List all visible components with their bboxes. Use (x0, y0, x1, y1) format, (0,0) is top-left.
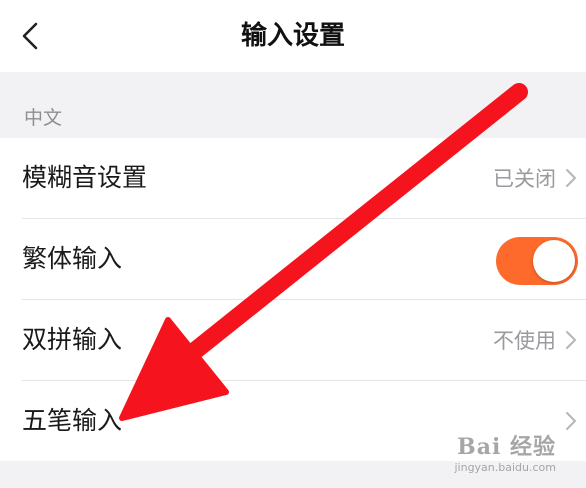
row-fuzzy-pinyin[interactable]: 模糊音设置 已关闭 (22, 138, 586, 219)
chevron-right-icon (566, 169, 576, 187)
toggle-knob (533, 240, 575, 282)
settings-list: 模糊音设置 已关闭 繁体输入 双拼输入 不使用 五笔输入 (0, 138, 586, 461)
row-traditional-input: 繁体输入 (22, 219, 586, 300)
row-value: 已关闭 (493, 167, 556, 191)
row-shuangpin-input[interactable]: 双拼输入 不使用 (22, 300, 586, 381)
baidu-watermark: Bai 经验 jingyan.baidu.com (454, 429, 556, 474)
chevron-right-icon (566, 331, 576, 349)
row-label: 五笔输入 (22, 406, 123, 435)
row-label: 繁体输入 (22, 244, 123, 273)
watermark-main: Bai 经验 (457, 434, 556, 460)
nav-bar: 输入设置 (0, 0, 586, 72)
watermark-sub: jingyan.baidu.com (454, 461, 556, 474)
row-value: 不使用 (493, 329, 556, 353)
section-header: 中文 (24, 107, 63, 129)
row-label: 模糊音设置 (22, 163, 148, 192)
row-right: 不使用 (493, 322, 578, 358)
row-label: 双拼输入 (22, 325, 123, 354)
chevron-right-icon (566, 412, 576, 430)
traditional-toggle[interactable] (496, 237, 578, 285)
page-title: 输入设置 (240, 21, 345, 51)
row-right: 已关闭 (493, 160, 578, 196)
row-right (564, 403, 578, 439)
